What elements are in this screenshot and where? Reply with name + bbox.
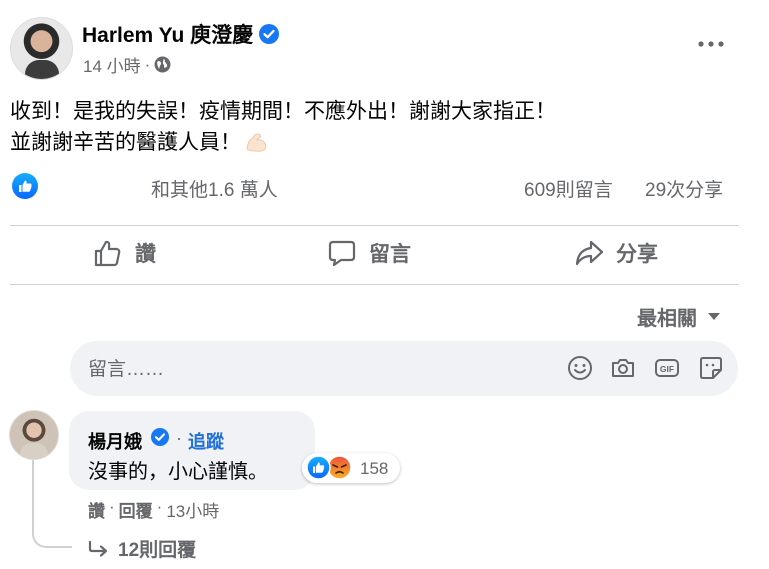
- follow-separator: ·: [176, 428, 182, 448]
- like-button[interactable]: 讚: [93, 232, 156, 274]
- comment-time[interactable]: 13小時: [166, 497, 219, 522]
- divider-top: [10, 225, 739, 226]
- comment-input[interactable]: [88, 359, 528, 381]
- reply-thread-line: [32, 460, 72, 548]
- emoji-icon[interactable]: [567, 355, 593, 381]
- follow-link[interactable]: 追蹤: [188, 428, 224, 454]
- caret-down-icon: [708, 313, 720, 320]
- reply-arrow-icon: [88, 540, 108, 557]
- comment-reaction-count: 158: [360, 459, 389, 478]
- facebook-post: Harlem Yu 庾澄慶 14 小時 · 收到！是我的失誤！疫情期間！不應外出…: [0, 0, 769, 569]
- commenter-verified-icon: [151, 428, 169, 446]
- replies-count: 12則回覆: [118, 540, 197, 561]
- author-name[interactable]: Harlem Yu 庾澄慶: [82, 19, 253, 49]
- like-reaction-icon[interactable]: [11, 172, 39, 200]
- flex-emoji-icon: [246, 133, 267, 152]
- post-text-line-1: 收到！是我的失誤！疫情期間！不應外出！謝謝大家指正！: [10, 100, 556, 123]
- comment-button[interactable]: 留言: [327, 232, 411, 274]
- comment-like-link[interactable]: 讚: [88, 497, 105, 522]
- sort-label: 最相關: [637, 308, 697, 330]
- post-text: 收到！是我的失誤！疫情期間！不應外出！謝謝大家指正！ 並謝謝辛苦的醫護人員！: [10, 96, 556, 158]
- svg-text:GIF: GIF: [660, 364, 674, 374]
- view-replies-link[interactable]: 12則回覆: [88, 535, 196, 562]
- more-options-icon[interactable]: [695, 34, 727, 54]
- meta-dot: ·: [144, 54, 151, 74]
- comments-count[interactable]: 609則留言: [524, 175, 613, 202]
- share-button[interactable]: 分享: [574, 232, 658, 274]
- camera-icon[interactable]: [610, 355, 636, 381]
- commenter-avatar[interactable]: [9, 410, 59, 460]
- commenter-name[interactable]: 楊月娥: [88, 428, 142, 454]
- shares-count[interactable]: 29次分享: [645, 175, 723, 202]
- comment-reply-link[interactable]: 回覆: [119, 497, 153, 522]
- post-meta: 14 小時 ·: [83, 52, 171, 77]
- globe-icon: [154, 56, 171, 73]
- reactions-count[interactable]: 和其他1.6 萬人: [151, 175, 278, 202]
- verified-icon: [259, 24, 280, 44]
- share-icon: [575, 240, 604, 266]
- thumbs-up-icon: [94, 240, 121, 267]
- share-button-label: 分享: [616, 243, 658, 266]
- divider-bottom: [10, 284, 739, 285]
- author-avatar[interactable]: [10, 17, 73, 80]
- author-row: Harlem Yu 庾澄慶: [82, 19, 280, 49]
- comment-icon: [328, 240, 356, 267]
- gif-icon[interactable]: GIF: [654, 355, 680, 381]
- comment-sort-dropdown[interactable]: 最相關: [637, 302, 721, 331]
- comment-button-label: 留言: [369, 243, 411, 266]
- post-time[interactable]: 14 小時: [83, 52, 141, 77]
- like-button-label: 讚: [135, 243, 156, 266]
- post-text-line-2-wrap: 並謝謝辛苦的醫護人員！: [10, 127, 556, 158]
- post-text-line-2: 並謝謝辛苦的醫護人員！: [10, 131, 241, 154]
- comment-like-reaction-icon: [306, 455, 331, 480]
- comment-text: 沒事的，小心謹慎。: [88, 461, 268, 483]
- comment-actions: 讚 · 回覆 · 13小時: [88, 497, 219, 522]
- comment-actions-dot-2: ·: [156, 497, 163, 516]
- sticker-icon[interactable]: [698, 355, 724, 381]
- comment-actions-dot: ·: [109, 497, 115, 516]
